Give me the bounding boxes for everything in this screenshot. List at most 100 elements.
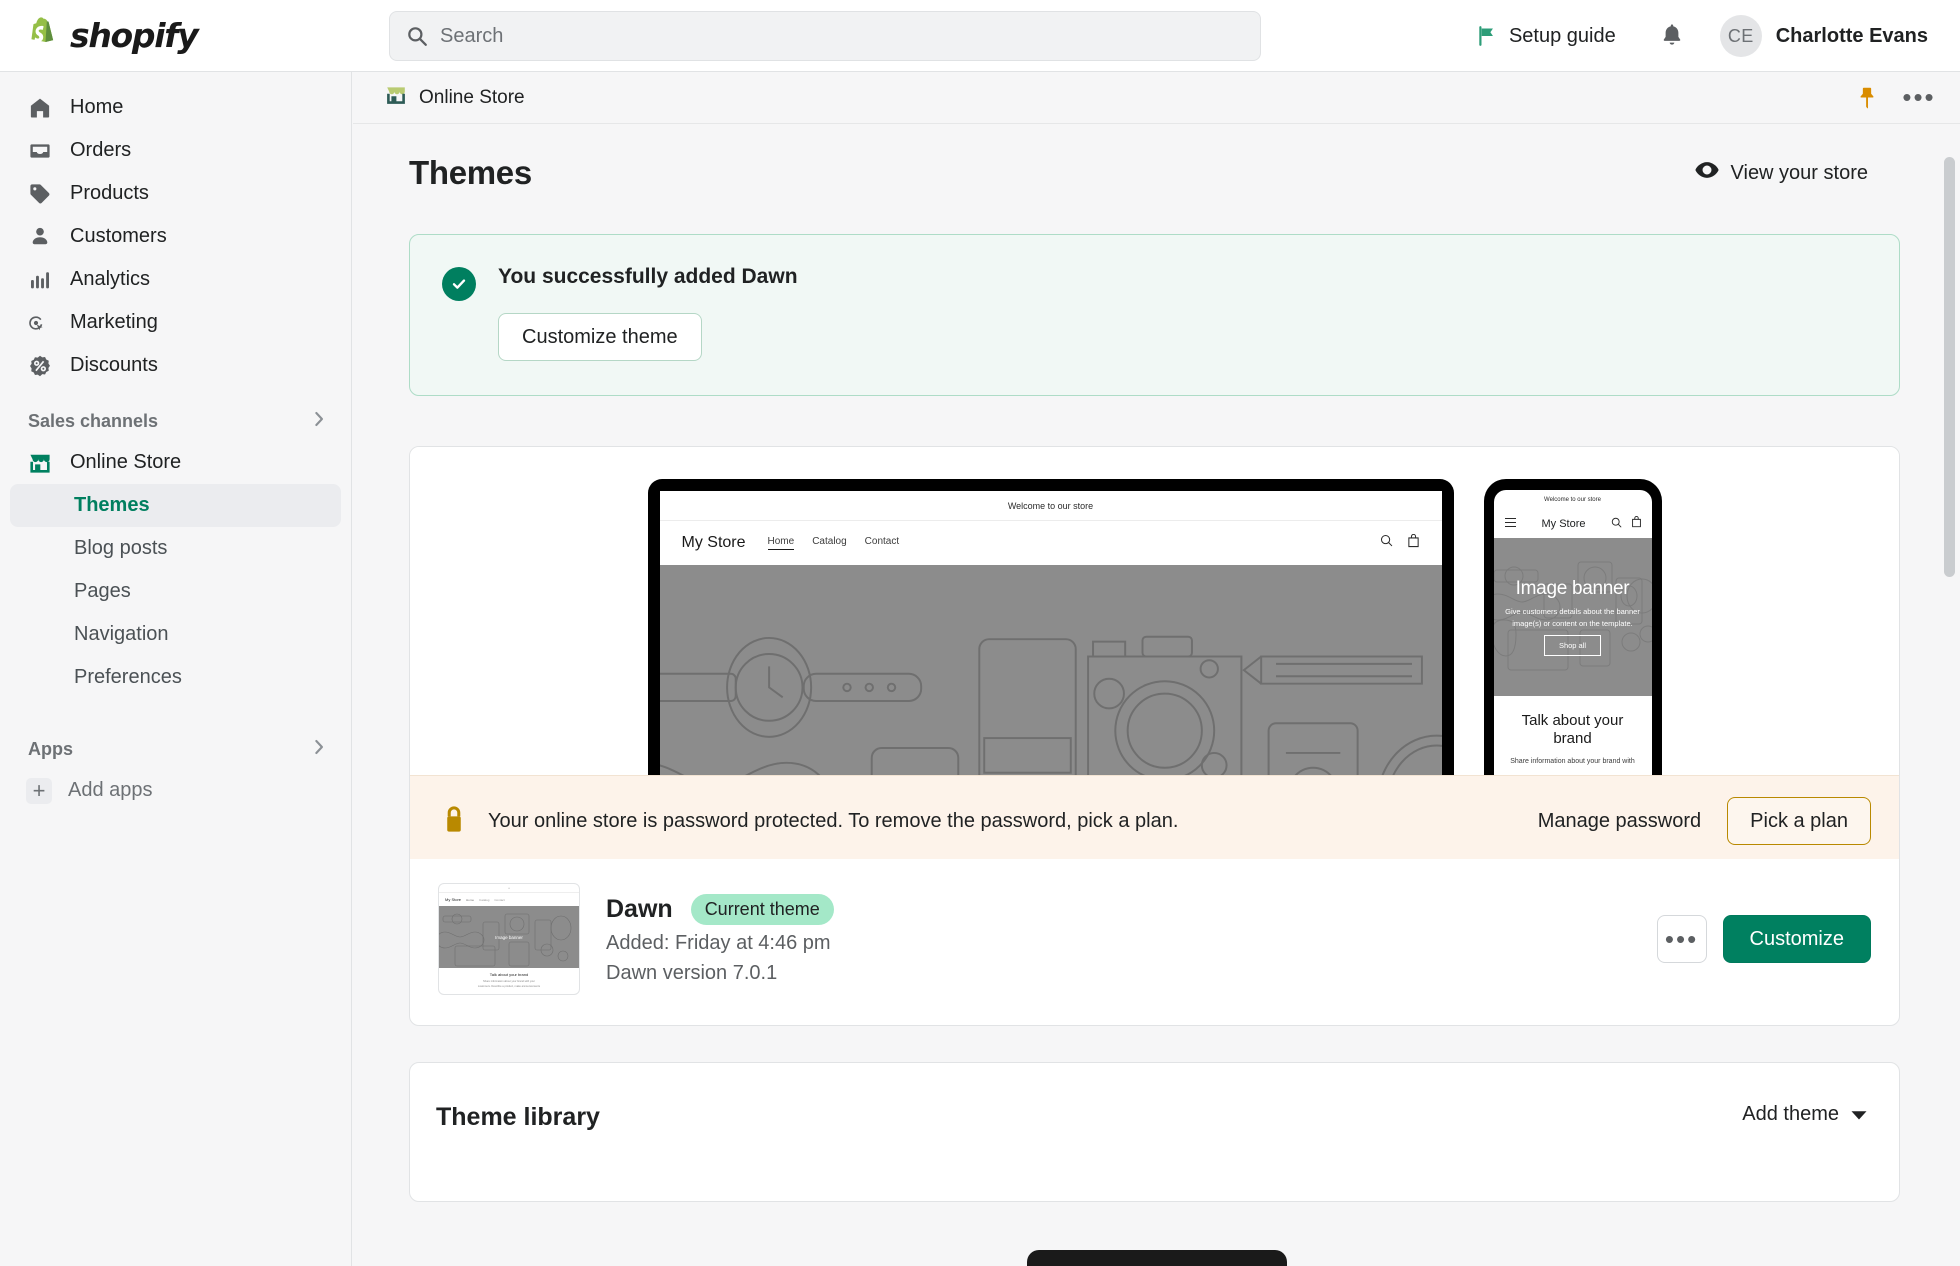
- add-theme-button[interactable]: Add theme: [1742, 1103, 1867, 1126]
- sidebar-item-home[interactable]: Home: [10, 86, 341, 129]
- preview-cart-icon: [1407, 533, 1420, 553]
- apps-label: Apps: [28, 738, 73, 759]
- preview-search-icon: [1380, 534, 1393, 552]
- theme-thumbnail: • My Store Home Catalog Contact Image ba…: [438, 883, 580, 995]
- sidebar-item-label: Discounts: [70, 354, 158, 376]
- chevron-right-icon: [311, 739, 327, 760]
- customize-theme-button[interactable]: Customize theme: [498, 313, 702, 361]
- chevron-down-icon: [1851, 1103, 1867, 1126]
- setup-guide-button[interactable]: Setup guide: [1464, 17, 1628, 56]
- theme-preview: Welcome to our store My Store Home Catal…: [410, 447, 1899, 859]
- avatar: CE: [1719, 15, 1762, 57]
- preview-cart-icon: [1631, 515, 1642, 533]
- sidebar: Home Orders Products Customers Analytics: [0, 72, 352, 1266]
- preview-search-icon: [1611, 515, 1622, 533]
- more-menu-button[interactable]: •••: [1902, 82, 1936, 113]
- search-icon: [408, 27, 427, 46]
- home-icon: [28, 96, 52, 120]
- plus-icon: +: [26, 777, 52, 804]
- theme-added-date: Added: Friday at 4:46 pm: [606, 931, 831, 954]
- mobile-brand-section: Talk about your brand Share information …: [1494, 696, 1652, 767]
- lock-icon: [442, 805, 466, 838]
- mobile-store-nav: My Store: [1494, 510, 1652, 538]
- context-bar: Online Store •••: [353, 72, 1960, 124]
- sidebar-item-preferences[interactable]: Preferences: [10, 656, 341, 699]
- search-input[interactable]: Search: [389, 11, 1261, 61]
- sidebar-item-label: Home: [70, 96, 124, 118]
- user-name: Charlotte Evans: [1775, 24, 1928, 47]
- main-content: Online Store ••• Themes View your store …: [353, 72, 1960, 1266]
- mobile-section-text: Share information about your brand with: [1510, 758, 1635, 765]
- success-banner-title: You successfully added Dawn: [498, 265, 798, 288]
- theme-row-actions: ••• Customize: [1656, 915, 1871, 963]
- theme-row: • My Store Home Catalog Contact Image ba…: [410, 859, 1899, 1025]
- mobile-store-name: My Store: [1541, 518, 1586, 530]
- mobile-announcement: Welcome to our store: [1544, 497, 1601, 503]
- sidebar-item-label: Products: [70, 182, 149, 204]
- sidebar-section-sales-channels[interactable]: Sales channels: [10, 401, 341, 441]
- sidebar-section-apps[interactable]: Apps: [10, 729, 341, 769]
- preview-nav-contact: Contact: [864, 536, 900, 547]
- scrollbar-thumb[interactable]: [1944, 157, 1955, 577]
- vertical-scrollbar[interactable]: [1942, 125, 1956, 1205]
- sidebar-item-label: Customers: [70, 225, 167, 247]
- preview-nav-home: Home: [767, 536, 795, 550]
- sidebar-item-label: Orders: [70, 139, 132, 161]
- brand-text: shopify: [70, 16, 199, 55]
- breadcrumb[interactable]: Online Store: [385, 85, 525, 111]
- sidebar-item-themes[interactable]: Themes: [10, 484, 341, 527]
- mobile-hero-title: Image banner: [1515, 578, 1630, 600]
- sales-channels-label: Sales channels: [28, 410, 159, 431]
- sidebar-item-label: Themes: [74, 494, 150, 516]
- shopify-logo[interactable]: shopify: [0, 0, 352, 72]
- notifications-button[interactable]: [1646, 14, 1698, 58]
- sidebar-item-label: Online Store: [70, 451, 182, 473]
- desktop-announcement: Welcome to our store: [659, 491, 1442, 521]
- mobile-section-title: Talk about your brand: [1521, 712, 1624, 747]
- bottom-indicator: [1026, 1250, 1287, 1266]
- ellipsis-icon: •••: [1664, 923, 1699, 954]
- mobile-hero-text: Give customers details about the banner …: [1505, 607, 1640, 628]
- online-store-icon: [385, 85, 407, 111]
- customize-button[interactable]: Customize: [1722, 915, 1871, 963]
- sidebar-item-label: Analytics: [70, 268, 151, 290]
- sidebar-item-label: Navigation: [74, 623, 169, 645]
- mobile-shop-all-button: Shop all: [1543, 634, 1602, 656]
- pin-icon[interactable]: [1852, 83, 1882, 113]
- sidebar-item-analytics[interactable]: Analytics: [10, 258, 341, 301]
- status-badge: Current theme: [690, 893, 834, 925]
- page-header: Themes View your store: [353, 124, 1960, 192]
- theme-meta: Dawn Current theme Added: Friday at 4:46…: [606, 893, 834, 985]
- sidebar-item-orders[interactable]: Orders: [10, 129, 341, 172]
- add-apps-button[interactable]: + Add apps: [10, 769, 341, 812]
- theme-version: Dawn version 7.0.1: [606, 961, 778, 984]
- manage-password-button[interactable]: Manage password: [1538, 810, 1701, 833]
- search-placeholder: Search: [440, 24, 504, 47]
- sidebar-item-blog-posts[interactable]: Blog posts: [10, 527, 341, 570]
- discounts-percent-icon: [28, 354, 52, 378]
- mobile-hero: Image banner Give customers details abou…: [1493, 538, 1652, 696]
- sidebar-item-products[interactable]: Products: [10, 172, 341, 215]
- sidebar-item-label: Blog posts: [74, 537, 168, 559]
- flag-icon: [1479, 26, 1493, 46]
- sidebar-item-discounts[interactable]: Discounts: [10, 344, 341, 387]
- products-tag-icon: [28, 182, 52, 206]
- theme-library-card: Theme library Add theme: [409, 1062, 1900, 1266]
- check-circle-icon: [442, 267, 476, 301]
- sidebar-item-marketing[interactable]: Marketing: [10, 301, 341, 344]
- theme-more-actions-button[interactable]: •••: [1656, 915, 1707, 963]
- view-your-store-link[interactable]: View your store: [1695, 161, 1868, 185]
- sidebar-item-customers[interactable]: Customers: [10, 215, 341, 258]
- analytics-bars-icon: [28, 268, 52, 292]
- sidebar-item-pages[interactable]: Pages: [10, 570, 341, 613]
- sidebar-item-online-store[interactable]: Online Store: [10, 441, 341, 484]
- pick-a-plan-button[interactable]: Pick a plan: [1727, 797, 1871, 845]
- ellipsis-icon: •••: [1902, 82, 1936, 112]
- theme-name: Dawn: [606, 894, 673, 923]
- top-bar: shopify Search Setup guide CE Charlotte …: [0, 0, 1960, 72]
- add-apps-label: Add apps: [68, 779, 153, 801]
- sidebar-item-label: Marketing: [70, 311, 158, 333]
- user-menu[interactable]: CE Charlotte Evans: [1712, 10, 1936, 62]
- context-actions: •••: [1852, 83, 1934, 113]
- sidebar-item-navigation[interactable]: Navigation: [10, 613, 341, 656]
